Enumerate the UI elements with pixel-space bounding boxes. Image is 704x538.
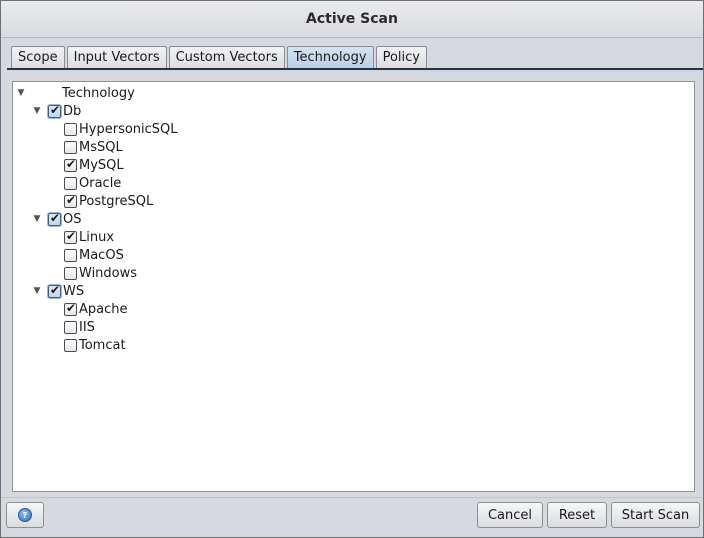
tree-group-ws-label: WS xyxy=(63,283,85,299)
tree-item-linux-row[interactable]: ✔ Linux xyxy=(64,228,114,246)
checkmark-icon: ✔ xyxy=(66,228,77,243)
tree-root-technology-row[interactable]: Technology xyxy=(62,84,135,102)
tree-group-db-label: Db xyxy=(63,103,82,119)
checkmark-icon: ✔ xyxy=(50,102,61,117)
tree-group-ws-row[interactable]: ✔ WS xyxy=(48,282,84,300)
footer-divider xyxy=(1,497,703,498)
tab-policy[interactable]: Policy xyxy=(375,46,427,68)
tree-item-windows-label: Windows xyxy=(79,265,138,281)
tab-scope[interactable]: Scope xyxy=(11,46,65,68)
checkmark-icon: ✔ xyxy=(50,210,61,225)
tree-group-os-label: OS xyxy=(63,211,82,227)
tree-item-iis-label: IIS xyxy=(79,319,95,335)
tree-group-ws-checkbox[interactable]: ✔ xyxy=(48,282,61,298)
tree-item-apache-label: Apache xyxy=(79,301,128,317)
tree-item-hypersonicsql-label: HypersonicSQL xyxy=(79,121,178,137)
cancel-button[interactable]: Cancel xyxy=(477,502,543,528)
tree-group-ws-expand-arrow-icon[interactable]: ▼ xyxy=(32,286,42,296)
tree-item-apache-checkbox[interactable]: ✔ xyxy=(64,300,77,316)
tree-item-windows-row[interactable]: Windows xyxy=(64,264,137,282)
checkmark-icon: ✔ xyxy=(50,282,61,297)
tree-item-macos-checkbox[interactable] xyxy=(64,248,77,262)
tree-item-mssql-row[interactable]: MsSQL xyxy=(64,138,123,156)
tab-technology[interactable]: Technology xyxy=(286,46,374,68)
start-scan-button[interactable]: Start Scan xyxy=(611,502,700,528)
tree-item-linux-label: Linux xyxy=(79,229,115,245)
tree-item-mysql-checkbox[interactable]: ✔ xyxy=(64,156,77,172)
tree-item-macos-row[interactable]: MacOS xyxy=(64,246,124,264)
tree-item-tomcat-checkbox[interactable] xyxy=(64,338,77,352)
tree-root-technology-label: Technology xyxy=(62,85,135,101)
technology-tree: ▼ Technology ▼ ✔ Db HypersonicSQL MsSQL ✔ MySQL O… xyxy=(12,81,695,492)
tree-item-mysql-label: MySQL xyxy=(79,157,124,173)
tree-group-db-row[interactable]: ✔ Db xyxy=(48,102,81,120)
tree-item-postgresql-label: PostgreSQL xyxy=(79,193,154,209)
tree-item-oracle-checkbox[interactable] xyxy=(64,176,77,190)
tree-item-macos-label: MacOS xyxy=(79,247,124,263)
tree-item-windows-checkbox[interactable] xyxy=(64,266,77,280)
tree-item-iis-checkbox[interactable] xyxy=(64,320,77,334)
help-button[interactable]: ? xyxy=(6,502,44,528)
tree-item-tomcat-label: Tomcat xyxy=(79,337,126,353)
tree-group-os-checkbox[interactable]: ✔ xyxy=(48,210,61,226)
tree-item-mssql-label: MsSQL xyxy=(79,139,123,155)
tree-item-hypersonicsql-checkbox[interactable] xyxy=(64,122,77,136)
reset-button[interactable]: Reset xyxy=(547,502,607,528)
window-title: Active Scan xyxy=(306,11,398,27)
tree-group-db-expand-arrow-icon[interactable]: ▼ xyxy=(32,106,42,116)
active-scan-dialog: Active Scan Scope Input Vectors Custom V… xyxy=(0,0,704,538)
tree-item-postgresql-checkbox[interactable]: ✔ xyxy=(64,192,77,208)
tree-item-iis-row[interactable]: IIS xyxy=(64,318,95,336)
tree-item-oracle-row[interactable]: Oracle xyxy=(64,174,121,192)
checkmark-icon: ✔ xyxy=(66,156,77,171)
help-icon: ? xyxy=(18,508,32,522)
tree-item-oracle-label: Oracle xyxy=(79,175,122,191)
tree-root-technology-expand-arrow-icon[interactable]: ▼ xyxy=(16,88,26,98)
tab-bar: Scope Input Vectors Custom Vectors Techn… xyxy=(11,46,429,68)
tree-group-os-row[interactable]: ✔ OS xyxy=(48,210,81,228)
tree-group-os-expand-arrow-icon[interactable]: ▼ xyxy=(32,214,42,224)
tree-item-hypersonicsql-row[interactable]: HypersonicSQL xyxy=(64,120,178,138)
checkmark-icon: ✔ xyxy=(66,192,77,207)
tree-item-apache-row[interactable]: ✔ Apache xyxy=(64,300,128,318)
tree-item-linux-checkbox[interactable]: ✔ xyxy=(64,228,77,244)
tree-item-mysql-row[interactable]: ✔ MySQL xyxy=(64,156,124,174)
tree-item-postgresql-row[interactable]: ✔ PostgreSQL xyxy=(64,192,153,210)
tab-input-vectors[interactable]: Input Vectors xyxy=(66,46,167,68)
checkmark-icon: ✔ xyxy=(66,300,77,315)
tree-item-mssql-checkbox[interactable] xyxy=(64,140,77,154)
tree-item-tomcat-row[interactable]: Tomcat xyxy=(64,336,126,354)
tree-group-db-checkbox[interactable]: ✔ xyxy=(48,102,61,118)
tab-divider-highlight xyxy=(7,70,703,72)
tab-custom-vectors[interactable]: Custom Vectors xyxy=(168,46,285,68)
title-bar: Active Scan xyxy=(1,1,703,38)
